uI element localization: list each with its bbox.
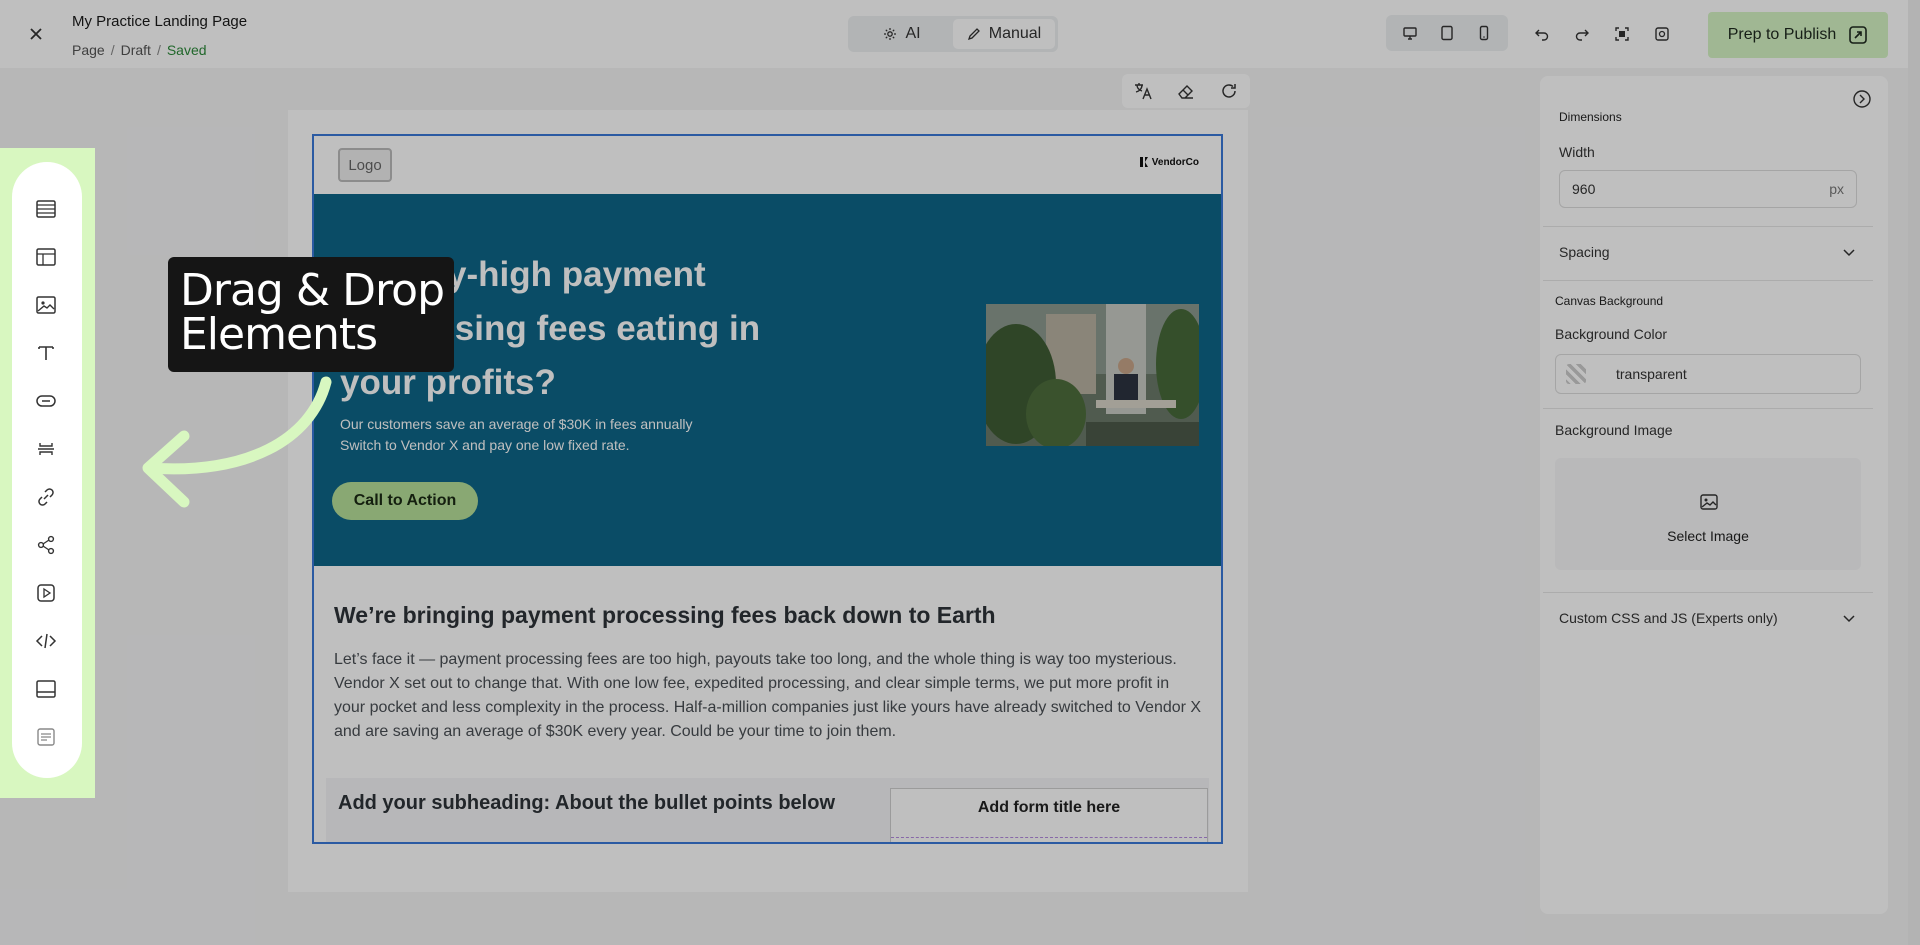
landing-page[interactable]: Logo VendorCo Are sky-high payment proce… xyxy=(312,134,1223,844)
vendor-logo: VendorCo xyxy=(1139,156,1199,168)
custom-css-label[interactable]: Custom CSS and JS (Experts only) xyxy=(1559,610,1778,626)
section-body-text[interactable]: Let’s face it — payment processing fees … xyxy=(334,648,1204,744)
background-image-label: Background Image xyxy=(1555,422,1673,438)
divider xyxy=(1543,592,1873,593)
scrollbar[interactable] xyxy=(1908,0,1920,945)
pencil-icon xyxy=(967,27,981,41)
select-image-dropzone[interactable]: Select Image xyxy=(1555,458,1861,570)
width-input[interactable]: 960 px xyxy=(1559,170,1857,208)
publish-label: Prep to Publish xyxy=(1727,26,1837,43)
prep-to-publish-button[interactable]: Prep to Publish xyxy=(1708,12,1888,58)
video-icon[interactable] xyxy=(33,580,59,606)
share-icon[interactable] xyxy=(33,532,59,558)
subheading-row[interactable]: Add your subheading: About the bullet po… xyxy=(326,778,1209,842)
canvas-tools xyxy=(1122,74,1250,108)
button-icon[interactable] xyxy=(33,388,59,414)
redo-icon[interactable] xyxy=(1569,21,1595,47)
tablet-icon[interactable] xyxy=(1434,20,1460,46)
hero-line-2: Switch to Vendor X and pay one low fixed… xyxy=(340,437,630,453)
mode-ai-label: AI xyxy=(905,25,921,42)
chevron-down-icon[interactable] xyxy=(1841,610,1857,626)
divider xyxy=(1543,408,1873,409)
mobile-icon[interactable] xyxy=(1471,20,1497,46)
refresh-icon[interactable] xyxy=(1219,81,1239,101)
background-color-input[interactable]: transparent xyxy=(1555,354,1861,394)
layout-icon[interactable] xyxy=(33,244,59,270)
hero-line-1: Our customers save an average of $30K in… xyxy=(340,416,693,432)
close-icon[interactable] xyxy=(24,22,48,46)
background-color-label: Background Color xyxy=(1555,326,1668,342)
divider-icon[interactable] xyxy=(33,436,59,462)
code-icon[interactable] xyxy=(33,628,59,654)
drag-drop-callout: Drag & Drop Elements xyxy=(168,257,454,372)
width-unit: px xyxy=(1829,181,1844,197)
image-icon xyxy=(1699,492,1719,512)
device-switcher xyxy=(1386,15,1508,51)
divider xyxy=(1543,226,1873,227)
callout-line-2: Elements xyxy=(180,309,378,360)
text-icon[interactable] xyxy=(33,340,59,366)
breadcrumb-page[interactable]: Page xyxy=(72,42,105,58)
top-bar: My Practice Landing Page Page / Draft / Save… xyxy=(0,0,1920,68)
call-to-action-button[interactable]: Call to Action xyxy=(332,482,478,520)
vendor-logo-text: VendorCo xyxy=(1151,156,1199,168)
callout-line-1: Drag & Drop xyxy=(180,265,445,316)
callout-arrow xyxy=(136,370,336,520)
undo-icon[interactable] xyxy=(1529,21,1555,47)
rows-icon[interactable] xyxy=(33,196,59,222)
width-label: Width xyxy=(1559,144,1595,160)
spacing-label[interactable]: Spacing xyxy=(1559,244,1610,260)
desktop-icon[interactable] xyxy=(1397,20,1423,46)
collapse-panel-icon[interactable] xyxy=(1852,89,1872,109)
subheading[interactable]: Add your subheading: About the bullet po… xyxy=(338,792,835,815)
callout-text: Drag & Drop Elements xyxy=(180,265,445,360)
select-image-label: Select Image xyxy=(1667,528,1749,544)
hero-subtext[interactable]: Our customers save an average of $30K in… xyxy=(340,414,693,456)
divider xyxy=(1543,280,1873,281)
form-icon[interactable] xyxy=(33,724,59,750)
publish-icon xyxy=(1848,25,1868,45)
fullscreen-icon[interactable] xyxy=(1609,21,1635,47)
hero-section[interactable]: Are sky-high payment processing fees eat… xyxy=(314,194,1221,566)
sparkle-icon xyxy=(883,27,897,41)
width-value: 960 xyxy=(1572,181,1596,197)
chevron-down-icon[interactable] xyxy=(1841,244,1857,260)
link-icon[interactable] xyxy=(33,484,59,510)
mode-toggle: AI Manual xyxy=(848,16,1058,52)
form-title[interactable]: Add form title here xyxy=(891,799,1207,817)
dimensions-label: Dimensions xyxy=(1559,110,1622,124)
breadcrumb-draft[interactable]: Draft xyxy=(121,42,151,58)
image-icon[interactable] xyxy=(33,292,59,318)
translate-icon[interactable] xyxy=(1133,81,1153,101)
preview-icon[interactable] xyxy=(1649,21,1675,47)
hero-image[interactable] xyxy=(986,304,1199,446)
footer-icon[interactable] xyxy=(33,676,59,702)
section-heading[interactable]: We’re bringing payment processing fees b… xyxy=(334,602,996,629)
saved-status: Saved xyxy=(166,42,207,58)
canvas-background-label: Canvas Background xyxy=(1555,294,1664,308)
breadcrumb: Page / Draft / Saved xyxy=(72,42,207,58)
logo-placeholder[interactable]: Logo xyxy=(338,148,392,182)
background-color-value: transparent xyxy=(1616,366,1687,382)
form-dashed-outline xyxy=(891,837,1207,838)
mode-ai-button[interactable]: AI xyxy=(851,19,953,49)
breadcrumb-separator: / xyxy=(156,42,161,58)
form-block[interactable]: Add form title here xyxy=(890,788,1208,842)
mode-manual-label: Manual xyxy=(988,25,1042,42)
page-header[interactable]: Logo VendorCo xyxy=(314,136,1221,194)
mode-manual-button[interactable]: Manual xyxy=(953,19,1055,49)
transparent-swatch[interactable] xyxy=(1566,364,1586,384)
settings-card: Dimensions Width 960 px Spacing Canvas B… xyxy=(1543,92,1873,648)
eraser-icon[interactable] xyxy=(1176,81,1196,101)
page-title: My Practice Landing Page xyxy=(72,13,248,30)
breadcrumb-separator: / xyxy=(110,42,115,58)
